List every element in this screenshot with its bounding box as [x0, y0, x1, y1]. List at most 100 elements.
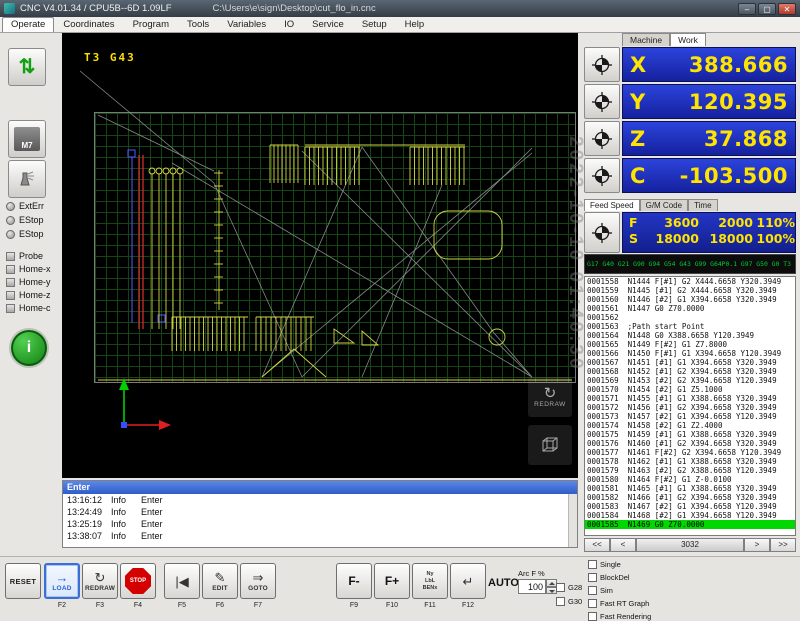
checkbox-sim[interactable]: Sim — [588, 586, 613, 595]
tab-gm-code[interactable]: G/M Code — [639, 199, 689, 211]
status-led-icon — [6, 215, 15, 225]
home-row: Home-c — [6, 302, 51, 314]
checkbox-single[interactable]: Single — [588, 560, 621, 569]
checkbox-icon — [556, 597, 565, 606]
canvas-view-button[interactable] — [528, 425, 572, 465]
checkbox-label: BlockDel — [600, 573, 630, 582]
checkbox-icon — [588, 560, 597, 569]
home-indicator-icon — [6, 251, 15, 261]
nylbl-button[interactable]: Ny LbL BENx — [412, 563, 448, 599]
menu-tab-service[interactable]: Service — [303, 17, 353, 32]
log-time: 13:38:07 — [67, 531, 103, 541]
gcode-line: 0001558 N1444 F[#1] G2 X444.6658 Y320.39… — [587, 277, 782, 286]
status-led-icon — [6, 201, 15, 211]
power-icon: i — [26, 339, 32, 356]
stepback-button[interactable]: |◀ — [164, 563, 200, 599]
nesting-label: Ny — [426, 571, 434, 577]
feed-override: 110% — [756, 215, 795, 230]
redraw-icon: ↻ — [94, 569, 106, 585]
zero-c-button[interactable] — [584, 158, 620, 193]
mist-spray-icon — [20, 171, 34, 186]
tab-machine[interactable]: Machine — [622, 33, 671, 46]
status-label: ExtErr — [19, 201, 45, 211]
arc-feed-value[interactable]: 100 — [518, 579, 546, 594]
menu-tab-tools[interactable]: Tools — [178, 17, 218, 32]
machine-on-button[interactable]: i — [9, 328, 49, 368]
coolant-m7-button[interactable]: M7 — [8, 120, 46, 158]
menu-tab-help[interactable]: Help — [396, 17, 434, 32]
canvas-redraw-button[interactable]: ↻ REDRAW — [528, 377, 572, 417]
nesting-label: LbL — [424, 578, 436, 584]
mist-button[interactable] — [8, 160, 46, 198]
menu-tab-variables[interactable]: Variables — [218, 17, 275, 32]
checkbox-fast-rt-graph[interactable]: Fast RT Graph — [588, 599, 649, 608]
target-icon — [592, 222, 612, 243]
feed-label: S — [629, 231, 639, 246]
scroll-first-button[interactable]: << — [584, 538, 610, 552]
stop-label: STOP — [129, 578, 147, 584]
toolpath-drawing — [79, 70, 572, 430]
gcode-line: 0001576 N1460 [#1] G2 X394.6658 Y320.394… — [587, 439, 777, 448]
toolpath-view[interactable]: T3 G43 ↻ REDRAW — [62, 33, 578, 478]
stop-button[interactable]: STOP — [120, 563, 156, 599]
gcode-line: 0001574 N1458 [#2] G1 Z2.4000 — [587, 421, 723, 430]
tab-time[interactable]: Time — [688, 199, 718, 211]
checkbox-g30[interactable]: G30 — [556, 597, 582, 606]
nesting-label: BENx — [422, 585, 438, 591]
feed-panel: F 3600 2000 110% S 18000 18000 100% — [584, 212, 796, 253]
log-message: Enter — [141, 507, 163, 517]
menu-tab-setup[interactable]: Setup — [353, 17, 396, 32]
plunge-lines — [138, 155, 144, 329]
redraw-ghost-label: REDRAW — [534, 401, 566, 408]
window-file-path: C:\Users\e\sign\Desktop\cut_flo_in.cnc — [212, 3, 376, 14]
menu-tab-coordinates[interactable]: Coordinates — [54, 17, 123, 32]
scroll-prev-button[interactable]: < — [610, 538, 636, 552]
reset-label: RESET — [9, 576, 37, 586]
tab-feed-speed[interactable]: Feed Speed — [584, 199, 640, 211]
fkey-label-f9: F9 — [349, 602, 359, 609]
gcode-line: 0001584 N1468 [#2] G1 X394.6658 Y120.394… — [587, 511, 777, 520]
goto-button[interactable]: ⇒ GOTO — [240, 563, 276, 599]
home-label: Home-z — [19, 290, 51, 300]
gcode-line: 0001578 N1462 [#1] G1 X388.6658 Y320.394… — [587, 457, 777, 466]
menu-tab-program[interactable]: Program — [124, 17, 178, 32]
feed-reset-button[interactable] — [584, 212, 620, 253]
scroll-thumb[interactable]: 3032 — [636, 538, 744, 552]
reset-button[interactable]: RESET — [5, 563, 41, 599]
maximize-button[interactable]: ▢ — [758, 2, 776, 15]
close-button[interactable]: ✕ — [778, 2, 796, 15]
gcode-line: 0001570 N1454 [#2] G1 Z5.1000 — [587, 385, 723, 394]
zero-x-button[interactable] — [584, 47, 620, 82]
edit-button[interactable]: ✎ EDIT — [202, 563, 238, 599]
tool-change-button[interactable]: ⇅ — [8, 48, 46, 86]
redraw-button[interactable]: ↻ REDRAW — [82, 563, 118, 599]
dro-display-z: Z 37.868 — [622, 121, 796, 156]
log-level: Info — [111, 531, 127, 541]
menu-tab-io[interactable]: IO — [275, 17, 303, 32]
titlebar: CNC V4.01.34 / CPU5B--6D 1.09LF C:\Users… — [0, 0, 800, 17]
zero-z-button[interactable] — [584, 121, 620, 156]
minimize-button[interactable]: – — [738, 2, 756, 15]
fminus-button[interactable]: F- — [336, 563, 372, 599]
menu-bar: Operate Coordinates Program Tools Variables I… — [0, 17, 800, 33]
load-button[interactable]: → LOAD — [44, 563, 80, 599]
fplus-label: F+ — [384, 574, 400, 588]
scroll-next-button[interactable]: > — [744, 538, 770, 552]
zero-y-button[interactable] — [584, 84, 620, 119]
gcode-line: 0001561 N1447 G0 Z70.0000 — [587, 304, 705, 313]
gcode-line: 0001583 N1467 [#2] G1 X394.6658 Y120.394… — [587, 502, 777, 511]
scroll-last-button[interactable]: >> — [770, 538, 796, 552]
checkbox-icon — [588, 586, 597, 595]
arc-feed-spinner: 100 — [518, 579, 557, 594]
back-button[interactable]: ↵ — [450, 563, 486, 599]
tab-work[interactable]: Work — [670, 33, 706, 46]
gcode-line: 0001582 N1466 [#1] G2 X394.6658 Y320.394… — [587, 493, 777, 502]
coolant-icon: M7 — [14, 127, 40, 151]
gcode-list[interactable]: 0001558 N1444 F[#1] G2 X444.6658 Y320.39… — [584, 276, 796, 536]
menu-tab-operate[interactable]: Operate — [2, 17, 55, 32]
log-scrollbar[interactable] — [568, 494, 577, 547]
fplus-button[interactable]: F+ — [374, 563, 410, 599]
checkbox-g28[interactable]: G28 — [556, 583, 582, 592]
checkbox-blockdel[interactable]: BlockDel — [588, 573, 630, 582]
log-message: Enter — [141, 495, 163, 505]
